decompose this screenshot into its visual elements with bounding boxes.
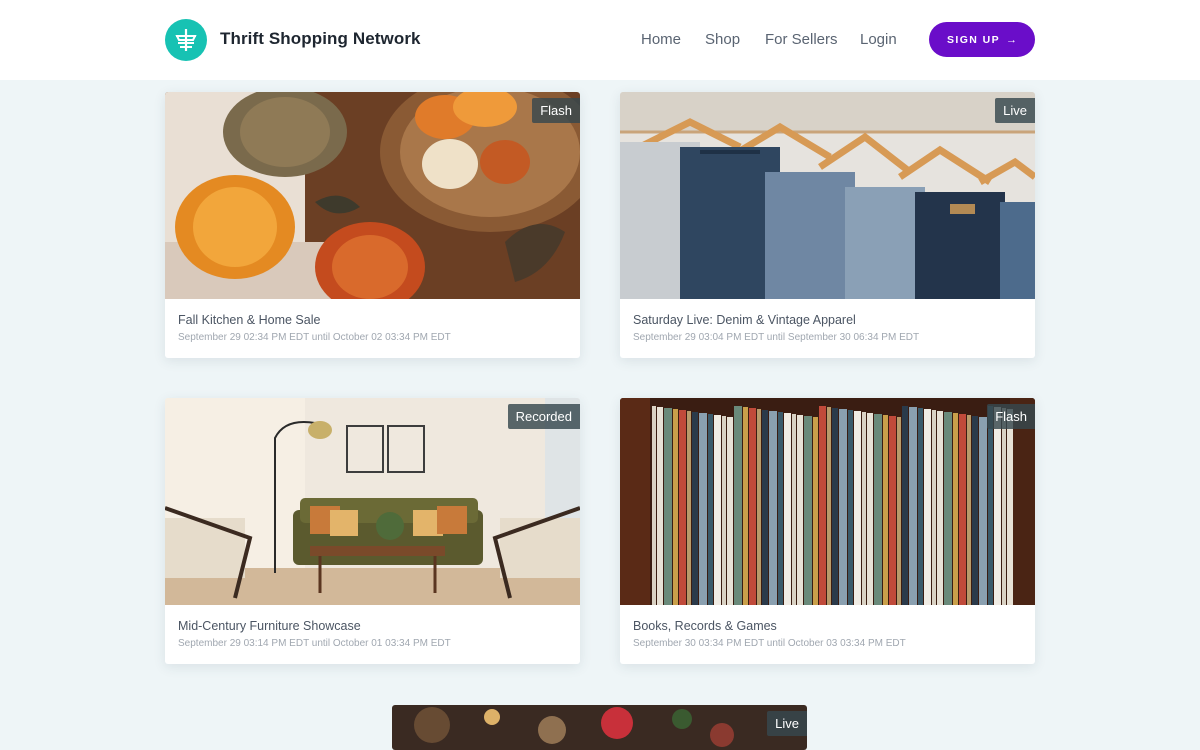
event-dates: September 29 02:34 PM EDT until October … xyxy=(178,332,451,343)
shopping-basket-icon xyxy=(175,29,197,51)
event-title: Saturday Live: Denim & Vintage Apparel xyxy=(633,313,856,327)
denim-hangers-photo xyxy=(620,92,1035,299)
brand-name[interactable]: Thrift Shopping Network xyxy=(220,29,421,49)
logo[interactable] xyxy=(165,19,207,61)
event-dates: September 29 03:14 PM EDT until October … xyxy=(178,638,451,649)
nav-home[interactable]: Home xyxy=(641,31,681,48)
nav-for-sellers[interactable]: For Sellers xyxy=(765,31,838,48)
holiday-lights-photo xyxy=(392,705,807,750)
living-room-photo xyxy=(165,398,580,605)
event-type-badge: Flash xyxy=(987,404,1035,429)
event-card[interactable]: Flash Books, Records & Games September 3… xyxy=(620,398,1035,664)
site-header: Thrift Shopping Network Home Shop For Se… xyxy=(0,0,1200,80)
event-dates: September 30 03:34 PM EDT until October … xyxy=(633,638,906,649)
arrow-right-icon: → xyxy=(1005,33,1017,46)
event-card[interactable]: Recorded Mid-Century Furniture Showcase … xyxy=(165,398,580,664)
event-title: Fall Kitchen & Home Sale xyxy=(178,313,321,327)
nav-login[interactable]: Login xyxy=(860,31,897,48)
pumpkins-photo xyxy=(165,92,580,299)
event-card[interactable]: Live xyxy=(392,705,807,750)
event-type-badge: Flash xyxy=(532,98,580,123)
event-type-badge: Live xyxy=(995,98,1035,123)
nav-shop[interactable]: Shop xyxy=(705,31,740,48)
event-title: Mid-Century Furniture Showcase xyxy=(178,619,361,633)
event-type-badge: Recorded xyxy=(507,404,580,429)
event-dates: September 29 03:04 PM EDT until Septembe… xyxy=(633,332,920,343)
event-type-badge: Live xyxy=(767,711,807,736)
event-title: Books, Records & Games xyxy=(633,619,777,633)
records-shelf-photo xyxy=(620,398,1035,605)
event-card[interactable]: Flash Fall Kitchen & Home Sale September… xyxy=(165,92,580,358)
sign-up-label: SIGN UP xyxy=(947,33,1000,46)
event-card[interactable]: Live Saturday Live: Denim & Vintage Appa… xyxy=(620,92,1035,358)
sign-up-button[interactable]: SIGN UP → xyxy=(929,22,1035,57)
